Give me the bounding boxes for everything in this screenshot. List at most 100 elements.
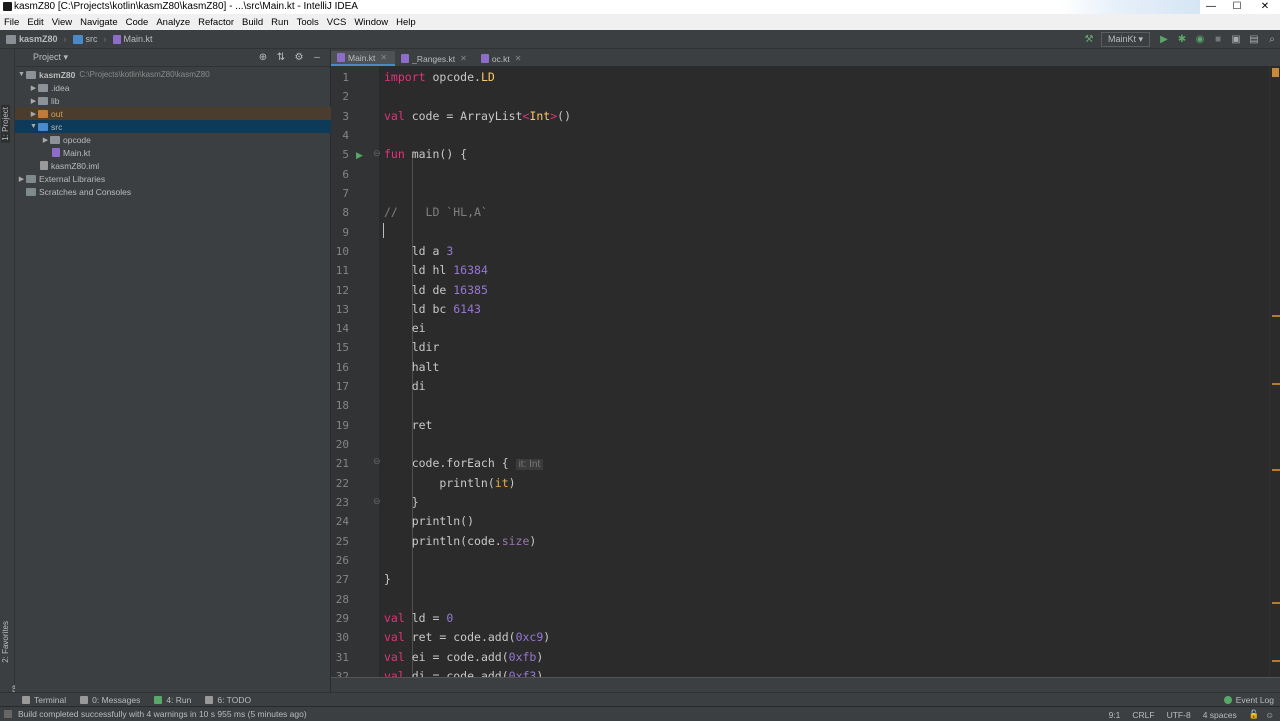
debug-icon[interactable]: ✱	[1174, 31, 1190, 47]
favorites-tool-tab[interactable]: 2: Favorites	[1, 621, 10, 663]
code-line[interactable]: import opcode.LD	[384, 68, 495, 87]
minimize-button[interactable]: —	[1198, 0, 1224, 12]
lock-icon[interactable]: 🔓	[1249, 709, 1260, 720]
code-line[interactable]: ld a 3	[384, 242, 454, 261]
terminal-tool-button[interactable]: Terminal	[22, 695, 66, 705]
code-line[interactable]: println(it)	[384, 474, 515, 493]
menu-vcs[interactable]: VCS	[323, 17, 351, 28]
breadcrumb-project[interactable]: kasmZ80 ›	[6, 34, 67, 44]
inspector-icon[interactable]: ☺	[1265, 710, 1274, 720]
tree-item-out[interactable]: ▶ out	[15, 107, 344, 120]
coverage-icon[interactable]: ◉	[1192, 31, 1208, 47]
horizontal-scrollbar[interactable]	[331, 677, 1280, 693]
menu-window[interactable]: Window	[350, 17, 392, 28]
warning-marker[interactable]	[1272, 315, 1280, 317]
chevron-right-icon[interactable]: ▶	[29, 84, 38, 92]
chevron-right-icon[interactable]: ▶	[29, 110, 38, 118]
indent-setting[interactable]: 4 spaces	[1203, 710, 1237, 720]
messages-tool-button[interactable]: 0: Messages	[80, 695, 140, 705]
chevron-right-icon[interactable]: ▶	[17, 175, 26, 183]
tree-item-main-kt[interactable]: Main.kt	[15, 146, 367, 159]
file-encoding[interactable]: UTF-8	[1167, 710, 1191, 720]
status-message[interactable]: Build completed successfully with 4 warn…	[18, 709, 307, 719]
code-line[interactable]: ldir	[384, 338, 440, 357]
close-tab-icon[interactable]: ✕	[380, 53, 387, 62]
code-line[interactable]: }	[384, 493, 419, 512]
tree-item-idea[interactable]: ▶ .idea	[15, 81, 344, 94]
chevron-down-icon[interactable]: ▼	[17, 71, 26, 78]
project-view-select[interactable]: Project ▾	[33, 52, 68, 63]
menu-tools[interactable]: Tools	[293, 17, 323, 28]
code-line[interactable]: println()	[384, 512, 474, 531]
toggle-tool-windows-icon[interactable]	[4, 710, 12, 718]
hide-icon[interactable]: –	[308, 52, 326, 63]
menu-build[interactable]: Build	[238, 17, 267, 28]
code-line[interactable]: fun main() {	[384, 145, 467, 164]
menu-edit[interactable]: Edit	[23, 17, 47, 28]
code-line[interactable]: val ei = code.add(0xfb)	[384, 648, 543, 667]
code-editor[interactable]	[379, 66, 1269, 677]
chevron-down-icon[interactable]: ▼	[29, 123, 38, 130]
run-icon[interactable]: ▶	[1156, 31, 1172, 47]
menu-file[interactable]: File	[0, 17, 23, 28]
menu-analyze[interactable]: Analyze	[152, 17, 194, 28]
code-line[interactable]: halt	[384, 358, 440, 377]
fold-icon[interactable]: ⊖	[373, 148, 381, 159]
tab-main-kt[interactable]: Main.kt ✕	[331, 51, 396, 66]
code-line[interactable]: val ret = code.add(0xc9)	[384, 628, 550, 647]
caret-position[interactable]: 9:1	[1109, 710, 1121, 720]
run-gutter-icon[interactable]: ▶	[356, 150, 363, 161]
code-line[interactable]: ld de 16385	[384, 281, 488, 300]
todo-tool-button[interactable]: 6: TODO	[205, 695, 251, 705]
code-line[interactable]: println(code.size)	[384, 532, 537, 551]
chevron-right-icon[interactable]: ▶	[41, 136, 50, 144]
line-separator[interactable]: CRLF	[1132, 710, 1154, 720]
stop-icon[interactable]: ■	[1210, 31, 1226, 47]
code-line[interactable]: ei	[384, 319, 426, 338]
tree-item-scratches[interactable]: Scratches and Consoles	[15, 185, 341, 198]
close-tab-icon[interactable]: ✕	[460, 54, 467, 63]
menu-refactor[interactable]: Refactor	[194, 17, 238, 28]
menu-code[interactable]: Code	[122, 17, 153, 28]
warning-marker[interactable]	[1272, 602, 1280, 604]
menu-view[interactable]: View	[48, 17, 76, 28]
code-line[interactable]: code.forEach { it: Int	[384, 454, 544, 473]
project-structure-icon[interactable]: ▣	[1228, 31, 1244, 47]
breadcrumb-src[interactable]: src ›	[72, 34, 107, 44]
fold-icon[interactable]: ⊖	[373, 496, 381, 507]
maximize-button[interactable]: ☐	[1224, 0, 1250, 12]
sdk-icon[interactable]: ▤	[1246, 31, 1262, 47]
build-hammer-icon[interactable]: ⚒	[1081, 31, 1097, 47]
tree-item-external-libraries[interactable]: ▶ External Libraries	[15, 172, 332, 185]
tree-item-kasmz80[interactable]: ▼ kasmZ80 C:\Projects\kotlin\kasmZ80\kas…	[15, 68, 332, 81]
code-line[interactable]: ret	[384, 416, 433, 435]
warning-marker[interactable]	[1272, 383, 1280, 385]
tab-oc-kt[interactable]: oc.kt ✕	[475, 51, 530, 66]
menu-help[interactable]: Help	[392, 17, 420, 28]
code-line[interactable]: val ld = 0	[384, 609, 453, 628]
error-stripe[interactable]	[1269, 66, 1280, 677]
tree-item-opcode[interactable]: ▶ opcode	[15, 133, 356, 146]
code-line[interactable]: ld hl 16384	[384, 261, 488, 280]
warning-marker[interactable]	[1272, 469, 1280, 471]
close-tab-icon[interactable]: ✕	[515, 54, 522, 63]
code-line[interactable]: ld bc 6143	[384, 300, 481, 319]
code-line[interactable]: val code = ArrayList<Int>()	[384, 107, 571, 126]
menu-run[interactable]: Run	[267, 17, 292, 28]
gear-icon[interactable]: ⚙	[290, 52, 308, 63]
locate-file-icon[interactable]: ⊕	[254, 52, 272, 63]
code-line[interactable]: // LD `HL,A`	[384, 203, 488, 222]
project-tool-tab[interactable]: 1: Project	[1, 105, 10, 143]
code-line[interactable]: }	[384, 570, 391, 589]
close-button[interactable]: ✕	[1250, 0, 1280, 12]
tab-ranges-kt[interactable]: _Ranges.kt ✕	[395, 51, 475, 66]
run-tool-button[interactable]: 4: Run	[154, 695, 191, 705]
tree-item-iml[interactable]: kasmZ80.iml	[15, 159, 355, 172]
tree-item-src[interactable]: ▼ src	[15, 120, 344, 133]
search-icon[interactable]: ⌕	[1264, 31, 1280, 47]
run-configuration-select[interactable]: MainKt ▾	[1100, 31, 1150, 47]
event-log-button[interactable]: Event Log	[1223, 695, 1274, 705]
breadcrumb-file[interactable]: Main.kt	[112, 34, 153, 44]
tree-item-lib[interactable]: ▶ lib	[15, 94, 344, 107]
code-line[interactable]: di	[384, 377, 426, 396]
